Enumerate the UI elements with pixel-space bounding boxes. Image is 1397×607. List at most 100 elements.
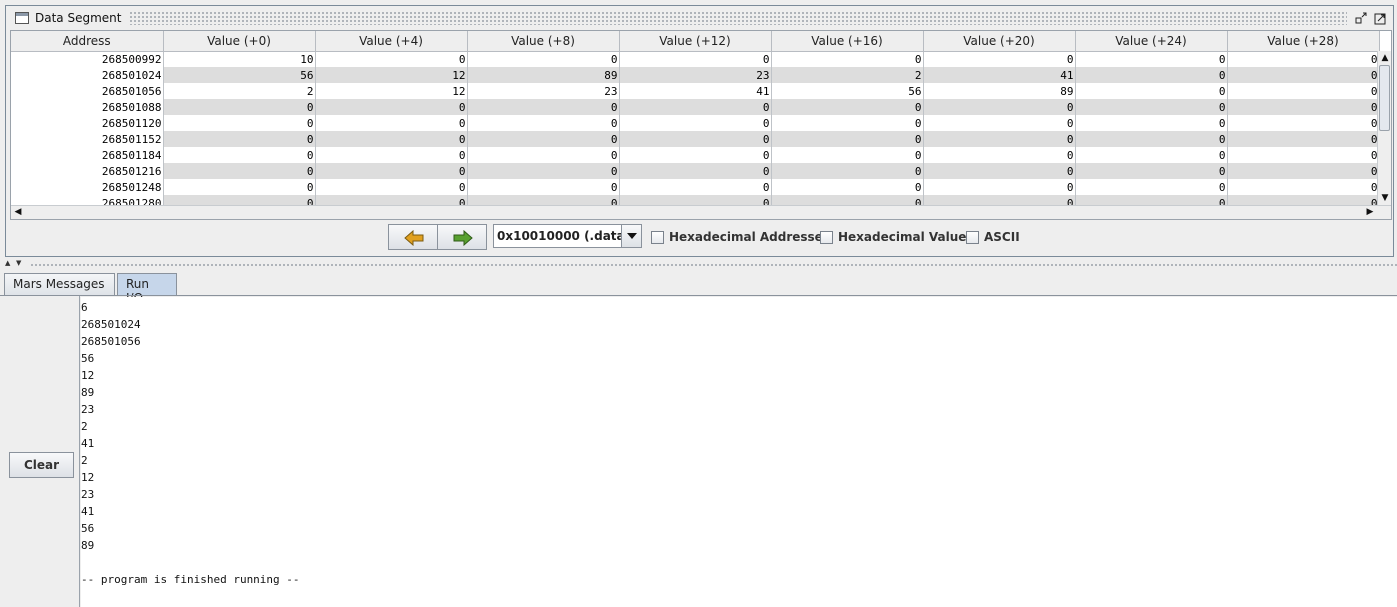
value-cell[interactable]: 0 — [923, 179, 1076, 195]
column-header[interactable]: Value (+16) — [771, 31, 924, 52]
column-header[interactable]: Value (+0) — [163, 31, 316, 52]
value-cell[interactable]: 23 — [467, 83, 620, 99]
value-cell[interactable]: 0 — [163, 99, 316, 115]
value-cell[interactable]: 0 — [619, 163, 772, 179]
value-cell[interactable]: 0 — [771, 163, 924, 179]
value-cell[interactable]: 0 — [771, 131, 924, 147]
value-cell[interactable]: 56 — [163, 67, 316, 83]
value-cell[interactable]: 0 — [923, 99, 1076, 115]
splitter-up-icon[interactable]: ▲ — [5, 259, 10, 267]
value-cell[interactable]: 0 — [467, 99, 620, 115]
value-cell[interactable]: 23 — [619, 67, 772, 83]
value-cell[interactable]: 0 — [467, 115, 620, 131]
value-cell[interactable]: 0 — [771, 147, 924, 163]
hex-values-checkbox[interactable]: Hexadecimal Values — [820, 230, 974, 244]
value-cell[interactable]: 12 — [315, 67, 468, 83]
value-cell[interactable]: 0 — [771, 179, 924, 195]
value-cell[interactable]: 0 — [467, 147, 620, 163]
segment-select[interactable]: 0x10010000 (.data) — [493, 224, 642, 248]
table-row[interactable]: 268501056 2 12 23 41 56 89 0 0 — [11, 83, 1380, 99]
address-cell[interactable]: 268501024 — [11, 67, 164, 83]
table-row[interactable]: 268501088 0 0 0 0 0 0 0 0 — [11, 99, 1380, 115]
hex-addresses-checkbox[interactable]: Hexadecimal Addresses — [651, 230, 830, 244]
value-cell[interactable]: 0 — [163, 115, 316, 131]
value-cell[interactable]: 0 — [1227, 163, 1380, 179]
value-cell[interactable]: 12 — [315, 83, 468, 99]
horizontal-scrollbar[interactable]: ◀ ▶ — [11, 205, 1391, 219]
maximize-icon[interactable] — [1374, 12, 1387, 25]
value-cell[interactable]: 41 — [619, 83, 772, 99]
value-cell[interactable]: 0 — [315, 147, 468, 163]
scroll-left-icon[interactable]: ◀ — [11, 206, 25, 219]
address-cell[interactable]: 268501056 — [11, 83, 164, 99]
value-cell[interactable]: 0 — [315, 179, 468, 195]
value-cell[interactable]: 0 — [923, 51, 1076, 67]
titlebar-grip[interactable] — [129, 11, 1347, 25]
value-cell[interactable]: 0 — [1227, 179, 1380, 195]
panel-splitter[interactable]: ▲ ▼ — [0, 259, 1397, 269]
value-cell[interactable]: 0 — [1227, 131, 1380, 147]
clear-button[interactable]: Clear — [9, 452, 74, 478]
table-row[interactable]: 268500992 10 0 0 0 0 0 0 0 — [11, 51, 1380, 67]
table-row[interactable]: 268501120 0 0 0 0 0 0 0 0 — [11, 115, 1380, 131]
value-cell[interactable]: 89 — [467, 67, 620, 83]
value-cell[interactable]: 0 — [1227, 115, 1380, 131]
minimize-icon[interactable] — [1355, 12, 1368, 25]
value-cell[interactable]: 0 — [467, 163, 620, 179]
value-cell[interactable]: 0 — [1075, 83, 1228, 99]
value-cell[interactable]: 0 — [1075, 163, 1228, 179]
value-cell[interactable]: 0 — [163, 179, 316, 195]
value-cell[interactable]: 0 — [1075, 99, 1228, 115]
table-row[interactable]: 268501184 0 0 0 0 0 0 0 0 — [11, 147, 1380, 163]
value-cell[interactable]: 0 — [923, 147, 1076, 163]
vertical-scroll-thumb[interactable] — [1379, 65, 1390, 131]
value-cell[interactable]: 10 — [163, 51, 316, 67]
value-cell[interactable]: 0 — [315, 51, 468, 67]
tab-run-io[interactable]: Run I/O — [117, 273, 177, 305]
vertical-scrollbar[interactable]: ▲ ▼ — [1377, 51, 1391, 205]
data-segment-titlebar[interactable]: Data Segment — [6, 6, 1393, 30]
checkbox-box[interactable] — [966, 230, 979, 244]
address-cell[interactable]: 268501120 — [11, 115, 164, 131]
value-cell[interactable]: 0 — [771, 99, 924, 115]
column-header[interactable]: Address — [11, 31, 164, 52]
value-cell[interactable]: 0 — [1075, 67, 1228, 83]
value-cell[interactable]: 89 — [923, 83, 1076, 99]
value-cell[interactable]: 0 — [467, 179, 620, 195]
table-row[interactable]: 268501216 0 0 0 0 0 0 0 0 — [11, 163, 1380, 179]
table-row[interactable]: 268501024 56 12 89 23 2 41 0 0 — [11, 67, 1380, 83]
ascii-checkbox[interactable]: ASCII — [966, 230, 1020, 244]
value-cell[interactable]: 0 — [315, 115, 468, 131]
value-cell[interactable]: 0 — [163, 131, 316, 147]
column-header[interactable]: Value (+20) — [923, 31, 1076, 52]
value-cell[interactable]: 0 — [619, 147, 772, 163]
next-segment-button[interactable] — [437, 224, 487, 250]
address-cell[interactable]: 268501216 — [11, 163, 164, 179]
address-cell[interactable]: 268500992 — [11, 51, 164, 67]
value-cell[interactable]: 0 — [1075, 51, 1228, 67]
value-cell[interactable]: 0 — [467, 51, 620, 67]
value-cell[interactable]: 0 — [619, 99, 772, 115]
value-cell[interactable]: 0 — [467, 131, 620, 147]
column-header[interactable]: Value (+12) — [619, 31, 772, 52]
scroll-up-icon[interactable]: ▲ — [1378, 51, 1391, 65]
value-cell[interactable]: 0 — [619, 179, 772, 195]
value-cell[interactable]: 0 — [1227, 99, 1380, 115]
previous-segment-button[interactable] — [388, 224, 438, 250]
value-cell[interactable]: 0 — [1075, 147, 1228, 163]
value-cell[interactable]: 0 — [923, 115, 1076, 131]
value-cell[interactable]: 0 — [315, 163, 468, 179]
checkbox-box[interactable] — [820, 230, 833, 244]
run-io-console[interactable]: 6 268501024 268501056 56 12 89 23 2 41 2 12 23 41 56 8… — [81, 297, 1397, 607]
value-cell[interactable]: 0 — [1075, 115, 1228, 131]
value-cell[interactable]: 0 — [619, 131, 772, 147]
scroll-down-icon[interactable]: ▼ — [1378, 191, 1391, 205]
table-row[interactable]: 268501248 0 0 0 0 0 0 0 0 — [11, 179, 1380, 195]
value-cell[interactable]: 0 — [619, 51, 772, 67]
chevron-down-icon[interactable] — [621, 225, 641, 247]
column-header[interactable]: Value (+24) — [1075, 31, 1228, 52]
value-cell[interactable]: 0 — [315, 131, 468, 147]
value-cell[interactable]: 0 — [1227, 67, 1380, 83]
value-cell[interactable]: 41 — [923, 67, 1076, 83]
value-cell[interactable]: 0 — [771, 115, 924, 131]
